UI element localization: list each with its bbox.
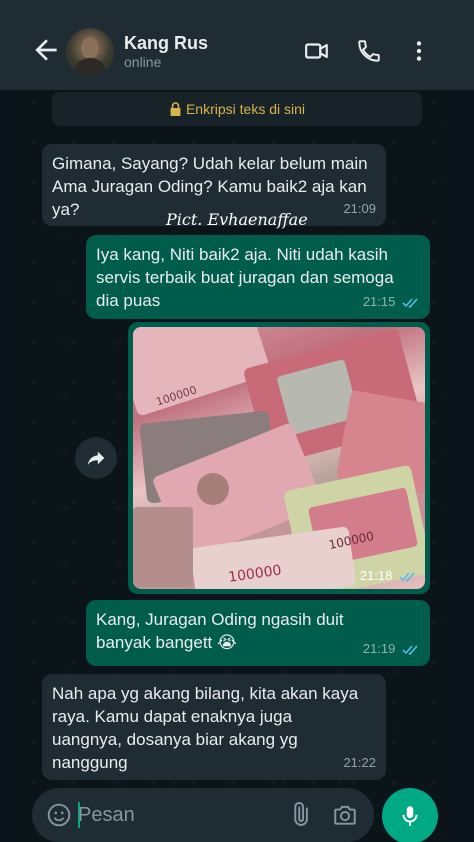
microphone-icon (402, 806, 418, 826)
camera-button[interactable] (332, 802, 358, 833)
double-check-icon (402, 645, 418, 656)
video-call-icon (305, 43, 328, 59)
back-button[interactable] (30, 34, 62, 66)
message-time: 21:15 (362, 294, 396, 309)
avatar[interactable] (66, 28, 114, 76)
attach-button[interactable] (287, 802, 313, 833)
image-message[interactable]: 100000 100000 100000 21:18 (128, 322, 430, 594)
double-check-icon (402, 298, 418, 309)
double-check-icon (399, 572, 415, 583)
message-time: 21:22 (343, 755, 376, 770)
emoji-icon (47, 803, 71, 827)
camera-icon (334, 805, 356, 825)
phone-icon (358, 40, 380, 62)
message-bubble-incoming[interactable]: Nah apa yg akang bilang, kita akan kaya … (42, 674, 386, 780)
emoji-button[interactable] (46, 802, 72, 833)
encryption-notice-text: Enkripsi teks di sini (185, 101, 306, 117)
banknotes-photo[interactable]: 100000 100000 100000 21:18 (133, 327, 425, 589)
contact-name[interactable]: Kang Rus (124, 33, 208, 54)
message-time: 21:19 (362, 641, 396, 656)
arrow-left-icon (35, 39, 57, 61)
message-text: Kang, Juragan Oding ngasih duit banyak b… (96, 610, 344, 652)
video-call-button[interactable] (304, 38, 330, 64)
voice-message-button[interactable] (382, 788, 438, 842)
message-bubble-outgoing[interactable]: Kang, Juragan Oding ngasih duit banyak b… (86, 600, 430, 666)
forward-icon (87, 451, 105, 466)
message-text: Nah apa yg akang bilang, kita akan kaya … (52, 684, 359, 772)
lock-icon (170, 102, 181, 116)
image-time: 21:18 (359, 568, 393, 583)
forward-button[interactable] (75, 437, 117, 479)
message-bubble-outgoing[interactable]: Iya kang, Niti baik2 aja. Niti udah kasi… (86, 235, 430, 319)
banknotes-image: 100000 100000 100000 (133, 327, 425, 589)
message-input[interactable]: Pesan (78, 804, 135, 827)
more-options-button[interactable] (406, 38, 432, 64)
chat-header: Kang Rus online (0, 0, 474, 90)
encryption-notice[interactable]: Enkripsi teks di sini (52, 92, 422, 126)
message-time: 21:09 (343, 201, 376, 216)
paperclip-icon (294, 802, 308, 826)
contact-status: online (124, 54, 162, 70)
watermark: Pict. Evhaenaffae (166, 210, 308, 229)
more-vert-icon (416, 41, 422, 61)
voice-call-button[interactable] (356, 38, 382, 64)
